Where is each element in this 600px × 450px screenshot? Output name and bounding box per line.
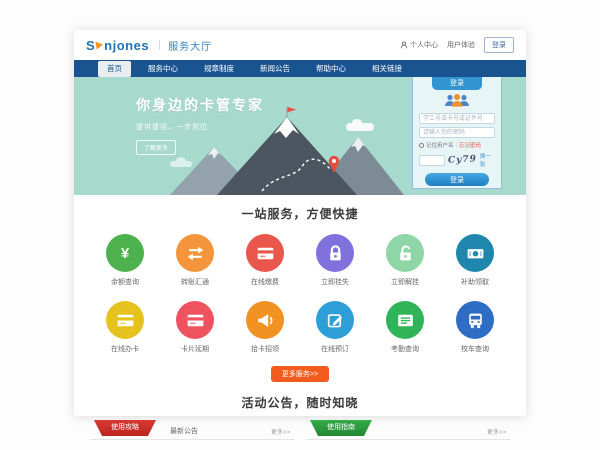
announcements-section: 活动公告，随时知晓 使用攻略 最新公告 更多>> 使用指南 更多>> [74,394,526,440]
unlock-icon [386,234,424,272]
service-item-apply-card[interactable]: 在线办卡 [90,301,160,354]
banknote-icon [456,234,494,272]
service-item-report-loss[interactable]: 立即挂失 [300,234,370,287]
user-icon [400,41,408,49]
list-icon [386,301,424,339]
site-header: Snjones | 服务大厅 个人中心 用户体验 登录 [74,30,526,60]
service-item-balance[interactable]: ¥ 余额查询 [90,234,160,287]
service-item-transfer[interactable]: 转账汇通 [160,234,230,287]
nav-item-home[interactable]: 首页 [98,61,131,77]
nav-item-service-center[interactable]: 服务中心 [139,61,187,77]
card-icon [176,301,214,339]
users-icon [442,93,472,108]
captcha-image[interactable]: Cy79 [448,154,477,165]
transfer-icon [176,234,214,272]
service-item-card-extension[interactable]: 卡片延期 [160,301,230,354]
edit-icon [316,301,354,339]
user-experience-link[interactable]: 用户体验 [447,40,475,50]
remember-label: 记住用户名 [426,141,454,149]
left-more-link[interactable]: 更多>> [271,427,290,436]
nav-item-links[interactable]: 相关链接 [363,61,411,77]
service-item-unfreeze[interactable]: 立即解挂 [370,234,440,287]
logo-divider: | [158,40,161,51]
services-section: 一站服务，方便快捷 ¥ 余额查询 转账汇通 在线缴费 [74,195,526,382]
hero-banner: 你身边的卡管专家 提供捷径，一步到位 了解更多 [74,77,526,195]
yen-icon: ¥ [106,234,144,272]
logo-text-2: njones [104,38,149,53]
services-heading: 一站服务，方便快捷 [74,205,526,222]
login-options-row: 记住用户名 | 忘记密码 [419,141,495,149]
card-icon [106,301,144,339]
hero-cta-button[interactable]: 了解更多 [136,140,176,155]
captcha-refresh-link[interactable]: 换一张 [480,152,495,168]
captcha-row: Cy79 换一张 [419,152,495,168]
service-item-booking[interactable]: 在线预订 [300,301,370,354]
webpage: Snjones | 服务大厅 个人中心 用户体验 登录 首页 服务中心 规章制度… [74,30,526,416]
megaphone-icon [246,301,284,339]
captcha-input[interactable] [419,155,445,166]
password-input[interactable] [419,127,495,138]
services-row-2: 在线办卡 卡片延期 拾卡招领 [74,301,526,354]
login-submit-button[interactable]: 登录 [425,173,489,186]
site-name: 服务大厅 [168,38,212,53]
nav-item-rules[interactable]: 规章制度 [195,61,243,77]
service-item-attendance[interactable]: 考勤查询 [370,301,440,354]
remember-checkbox[interactable] [419,143,424,148]
nav-item-news[interactable]: 新闻公告 [251,61,299,77]
hero-subtitle: 提供捷径，一步到位 [136,122,264,132]
hero-text: 你身边的卡管专家 提供捷径，一步到位 了解更多 [136,95,264,155]
service-item-pay-online[interactable]: 在线缴费 [230,234,300,287]
screenshot-canvas: Snjones | 服务大厅 个人中心 用户体验 登录 首页 服务中心 规章制度… [0,0,600,450]
header-links: 个人中心 用户体验 登录 [400,37,514,53]
tab-usage-tips[interactable]: 使用攻略 [94,420,156,436]
tab-user-guide[interactable]: 使用指南 [310,420,372,436]
announcements-tabs: 使用攻略 最新公告 更多>> 使用指南 更多>> [74,423,526,440]
more-services-button[interactable]: 更多服务>> [271,366,329,382]
cloud-icon [346,123,374,131]
header-login-button[interactable]: 登录 [484,37,514,53]
announcements-heading: 活动公告，随时知晓 [74,394,526,411]
main-nav: 首页 服务中心 规章制度 新闻公告 帮助中心 相关链接 [74,60,526,77]
right-panel: 使用指南 更多>> [306,423,510,440]
services-row-1: ¥ 余额查询 转账汇通 在线缴费 [74,234,526,287]
login-panel: 登录 记住用户名 | 忘记密码 Cy79 换一张 [412,77,502,189]
hero-title: 你身边的卡管专家 [136,95,264,115]
card-icon [246,234,284,272]
lock-icon [316,234,354,272]
service-item-lost-found[interactable]: 拾卡招领 [230,301,300,354]
login-tab[interactable]: 登录 [432,77,482,90]
right-more-link[interactable]: 更多>> [487,427,506,436]
left-panel: 使用攻略 最新公告 更多>> [90,423,294,440]
bus-icon [456,301,494,339]
cloud-icon [170,161,192,167]
site-logo[interactable]: Snjones | 服务大厅 [86,38,212,53]
service-item-subsidy[interactable]: 补助领取 [440,234,510,287]
nav-item-help[interactable]: 帮助中心 [307,61,355,77]
personal-center-link[interactable]: 个人中心 [400,40,438,50]
tab-latest-news[interactable]: 最新公告 [170,426,198,436]
username-input[interactable] [419,113,495,124]
logo-arrow-icon [96,40,104,49]
flag-icon [288,107,296,112]
forgot-password-link[interactable]: 忘记密码 [459,141,481,149]
logo-text-1: S [86,38,95,53]
service-item-school-bus[interactable]: 校车查询 [440,301,510,354]
